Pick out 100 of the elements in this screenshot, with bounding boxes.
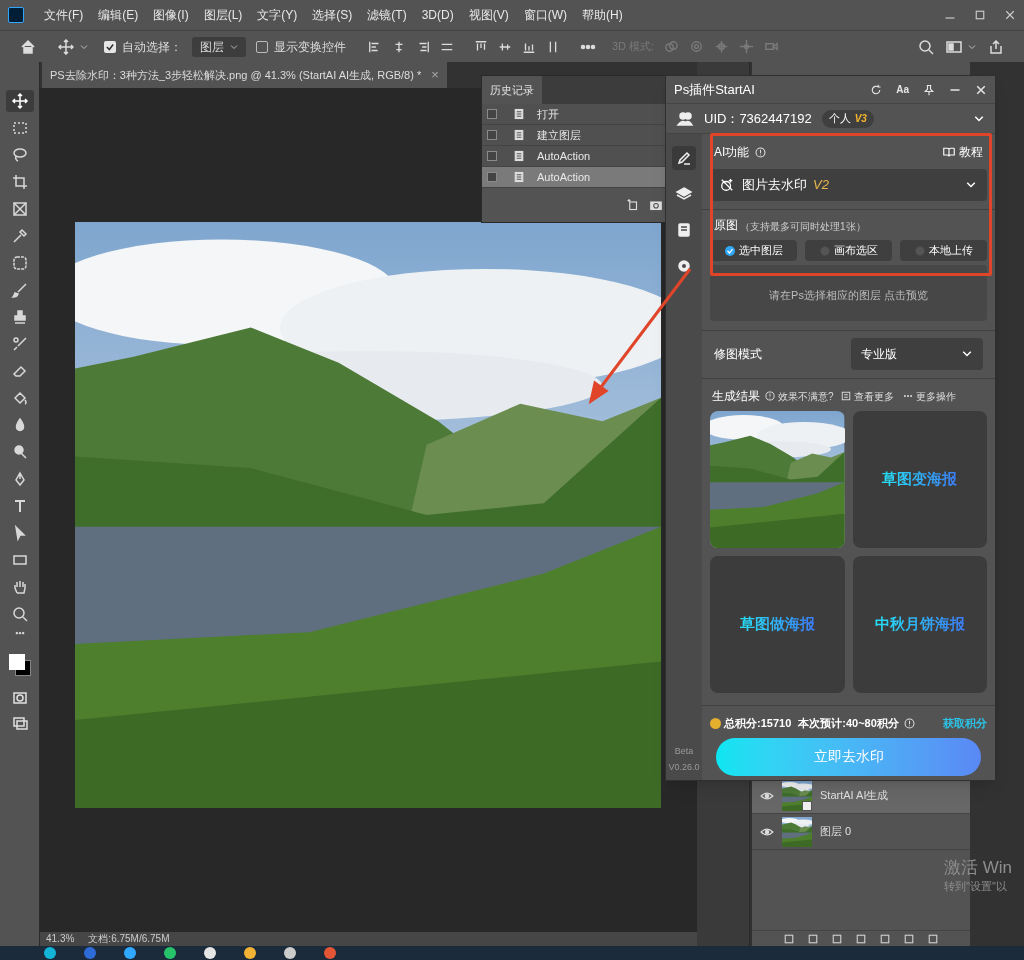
plan-version: V3 bbox=[854, 112, 867, 126]
history-label: AutoAction bbox=[537, 148, 591, 164]
document-size: 文档:6.75M/6.75M bbox=[88, 932, 170, 946]
search-icon[interactable] bbox=[918, 38, 934, 55]
tutorial-link[interactable]: 教程 bbox=[959, 143, 983, 161]
gallery-icon bbox=[840, 391, 851, 401]
taskbar-app-icon[interactable] bbox=[244, 947, 256, 959]
source-option-label: 选中图层 bbox=[738, 243, 783, 259]
document-icon bbox=[513, 150, 525, 162]
font-size-button[interactable]: Aa bbox=[896, 82, 909, 97]
quick-mask-icon[interactable] bbox=[11, 690, 28, 706]
result-card[interactable]: 草图变海报 bbox=[852, 411, 987, 548]
document-icon bbox=[513, 108, 525, 120]
eye-icon[interactable] bbox=[760, 826, 774, 837]
ai-function-label: AI功能 bbox=[714, 144, 750, 161]
transform-controls-label: 显示变换控件 bbox=[274, 38, 346, 56]
taskbar-app-icon[interactable] bbox=[164, 947, 176, 959]
screen-mode-icon[interactable] bbox=[11, 715, 28, 731]
layer-target-dropdown[interactable]: 图层 bbox=[192, 36, 246, 57]
results-label: 生成结果 bbox=[712, 388, 760, 405]
new-document-icon[interactable] bbox=[626, 199, 638, 211]
align-icon[interactable] bbox=[368, 39, 382, 54]
color-swatches[interactable] bbox=[7, 653, 32, 677]
history-item[interactable]: AutoAction bbox=[482, 167, 666, 188]
align-icon[interactable] bbox=[474, 39, 488, 54]
auto-select-checkbox[interactable] bbox=[104, 40, 116, 53]
source-option[interactable]: 画布选区 bbox=[805, 240, 892, 261]
share-icon[interactable] bbox=[988, 38, 1004, 55]
camera-icon[interactable] bbox=[650, 199, 662, 211]
mode-dropdown[interactable]: 专业版 bbox=[851, 338, 983, 370]
history-tab[interactable]: 历史记录 bbox=[482, 76, 542, 104]
menu-item[interactable]: 图像(I) bbox=[153, 6, 189, 24]
history-label: 打开 bbox=[537, 106, 559, 122]
menu-item[interactable]: 滤镜(T) bbox=[367, 6, 407, 24]
edit-icon[interactable] bbox=[672, 146, 696, 170]
ai-function-dropdown[interactable]: 图片去水印 V2 bbox=[710, 169, 987, 201]
close-tab-button[interactable]: × bbox=[431, 65, 439, 85]
move-tool-icon[interactable] bbox=[58, 38, 74, 55]
view-more-link[interactable]: 查看更多 bbox=[853, 388, 894, 404]
move-tool-icon[interactable] bbox=[5, 90, 34, 112]
menu-item[interactable]: 3D(D) bbox=[421, 6, 454, 24]
menu-item[interactable]: 编辑(E) bbox=[98, 6, 139, 24]
check-icon bbox=[105, 41, 115, 52]
menu-item[interactable]: 窗口(W) bbox=[523, 6, 567, 24]
eye-icon[interactable] bbox=[760, 790, 774, 801]
feedback-link[interactable]: 效果不满意? bbox=[778, 388, 834, 404]
document-tab[interactable]: PS去除水印：3种方法_3步轻松解决.png @ 41.3% (StartAI AI生成, RGB/8) * × bbox=[42, 62, 447, 88]
history-label: 建立图层 bbox=[537, 127, 581, 143]
more-actions-link[interactable]: 更多操作 bbox=[915, 388, 956, 404]
menu-item[interactable]: 选择(S) bbox=[312, 6, 353, 24]
layer-row[interactable]: 图层 0 bbox=[752, 814, 970, 850]
taskbar-app-icon[interactable] bbox=[124, 947, 136, 959]
close-icon[interactable] bbox=[1004, 9, 1016, 21]
result-card[interactable] bbox=[710, 411, 845, 548]
maximize-icon[interactable] bbox=[974, 9, 986, 21]
history-checkbox[interactable] bbox=[487, 172, 497, 182]
coin-icon bbox=[710, 717, 721, 729]
history-checkbox[interactable] bbox=[487, 130, 497, 140]
user-id: UID：7362447192 bbox=[704, 109, 812, 128]
radio-button[interactable] bbox=[724, 245, 735, 256]
taskbar-app-icon[interactable] bbox=[44, 947, 56, 959]
transform-controls-checkbox[interactable] bbox=[256, 40, 268, 53]
get-points-link[interactable]: 获取积分 bbox=[943, 715, 987, 732]
activation-title: 激活 Win bbox=[944, 858, 1012, 878]
info-icon bbox=[765, 391, 775, 401]
history-checkbox[interactable] bbox=[487, 151, 497, 161]
menu-item[interactable]: 视图(V) bbox=[468, 6, 509, 24]
history-checkbox[interactable] bbox=[487, 109, 497, 119]
version-label: V0.26.0 bbox=[668, 760, 700, 774]
menu-item[interactable]: 图层(L) bbox=[203, 6, 243, 24]
source-option[interactable]: 本地上传 bbox=[900, 240, 987, 261]
document-icon bbox=[513, 171, 525, 183]
plan-name: 个人 bbox=[828, 111, 851, 127]
menu-item[interactable]: 帮助(H) bbox=[582, 6, 623, 24]
taskbar-app-icon[interactable] bbox=[284, 947, 296, 959]
source-label: 原图 bbox=[714, 217, 738, 234]
result-card[interactable]: 中秋月饼海报 bbox=[852, 556, 987, 693]
source-option-label: 本地上传 bbox=[928, 243, 973, 259]
beta-label: Beta bbox=[674, 745, 694, 758]
close-icon[interactable] bbox=[975, 83, 987, 96]
source-option-label: 画布选区 bbox=[833, 243, 878, 259]
check-icon bbox=[725, 246, 734, 255]
refresh-icon[interactable] bbox=[870, 83, 883, 96]
layer-thumbnail bbox=[782, 816, 812, 847]
document-title: PS去除水印：3种方法_3步轻松解决.png @ 41.3% (StartAI AI生成, RGB/8) * bbox=[50, 67, 422, 83]
workspace-icon[interactable] bbox=[946, 38, 962, 55]
document-icon bbox=[513, 129, 525, 141]
taskbar-app-icon[interactable] bbox=[204, 947, 216, 959]
result-card[interactable]: 草图做海报 bbox=[710, 556, 845, 693]
menu-item[interactable]: 文字(Y) bbox=[257, 6, 298, 24]
ai-function-name: 图片去水印 bbox=[742, 176, 807, 195]
preview-area[interactable]: 请在Ps选择相应的图层 点击预览 bbox=[710, 265, 987, 321]
info-icon bbox=[755, 146, 767, 158]
source-option[interactable]: 选中图层 bbox=[710, 240, 797, 261]
pin-icon[interactable] bbox=[923, 83, 935, 96]
menu-item[interactable]: 文件(F) bbox=[44, 6, 84, 24]
home-icon[interactable] bbox=[20, 38, 36, 55]
mode-label: 修图模式 bbox=[714, 346, 762, 363]
users-icon bbox=[676, 110, 694, 127]
total-points: 总积分:15710 bbox=[724, 716, 792, 731]
